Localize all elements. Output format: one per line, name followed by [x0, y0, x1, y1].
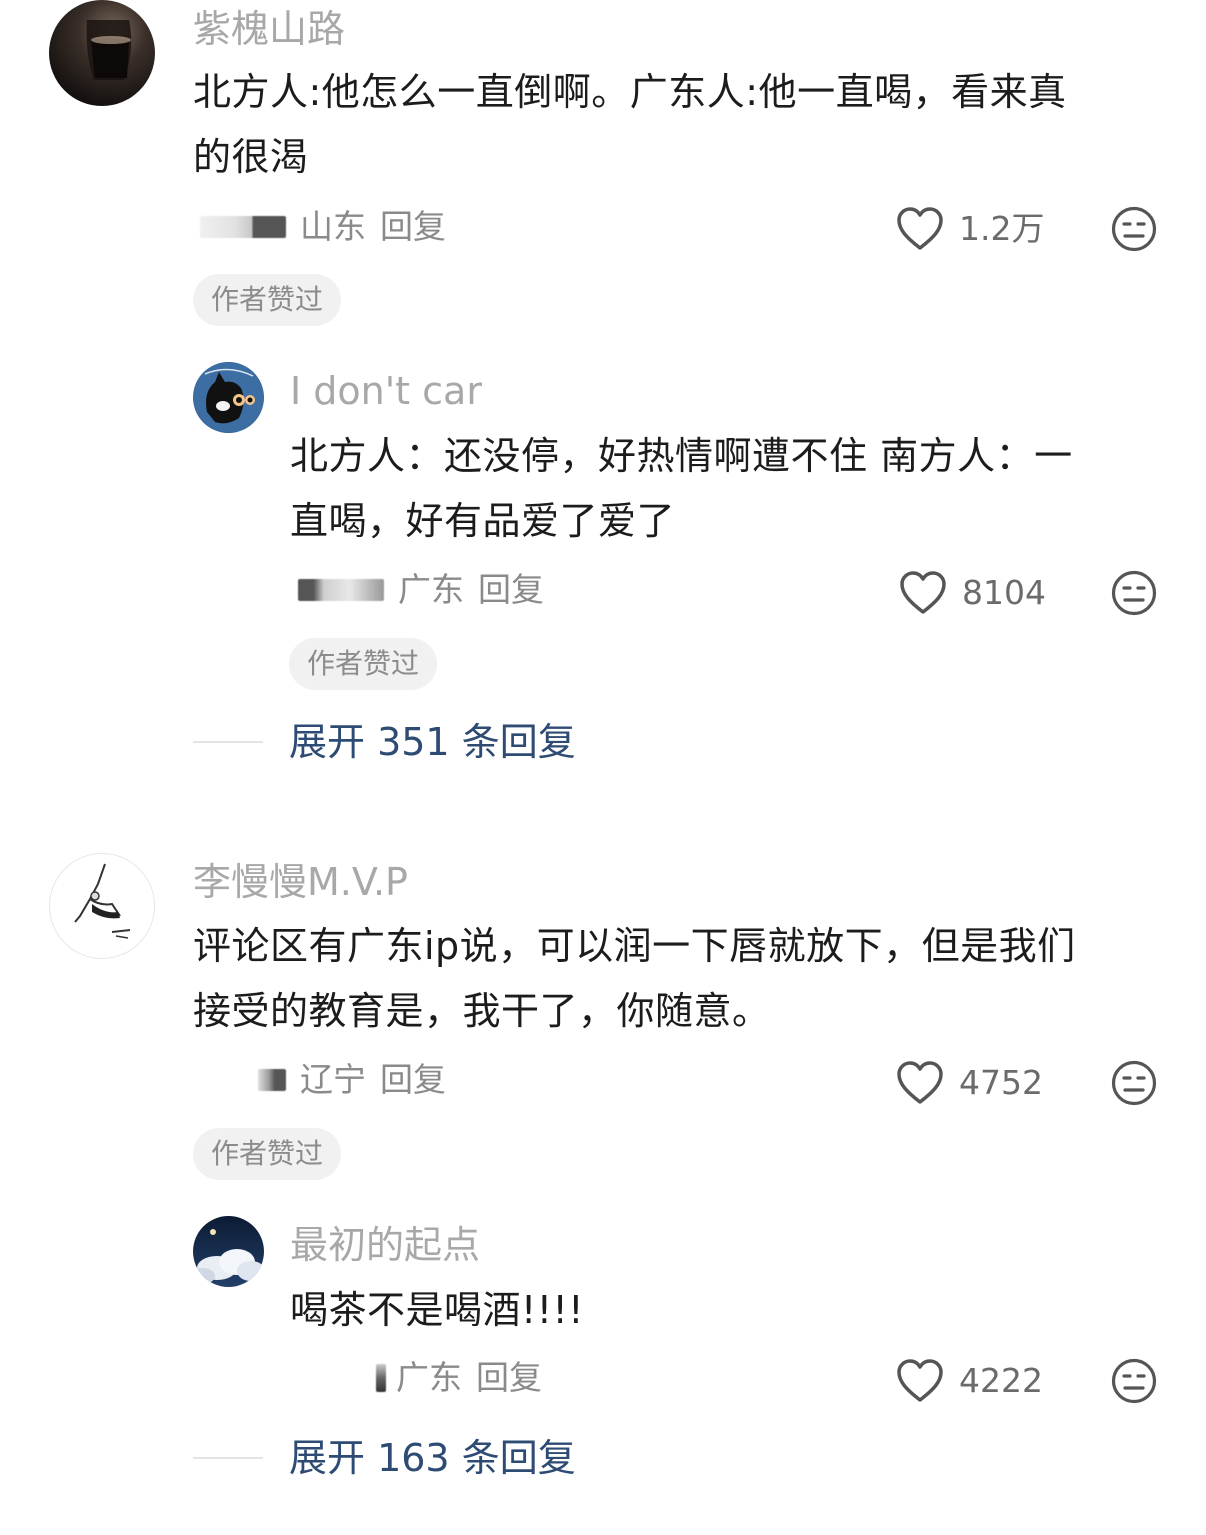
reply-text-line: 直喝，好有品爱了爱了 — [290, 499, 676, 543]
like-button[interactable]: 4752 — [895, 1060, 1043, 1106]
avatar[interactable] — [49, 853, 155, 959]
like-button[interactable]: 1.2万 — [895, 206, 1044, 252]
time-blurred — [200, 216, 286, 238]
reply-meta: 广东 回复 — [298, 568, 544, 612]
reply-text: 喝茶不是喝酒!!!! — [290, 1278, 1170, 1343]
time-blurred — [258, 1069, 286, 1091]
like-button[interactable]: 8104 — [898, 570, 1046, 616]
reply-button[interactable]: 回复 — [478, 568, 544, 612]
meh-face-icon[interactable] — [1111, 1060, 1157, 1106]
heart-outline-icon — [900, 571, 946, 614]
meh-face-icon[interactable] — [1111, 1358, 1157, 1404]
divider — [193, 1457, 263, 1459]
time-blurred — [376, 1364, 386, 1392]
expand-replies-button[interactable]: 展开 163 条回复 — [289, 1433, 576, 1483]
like-count: 8104 — [962, 573, 1046, 612]
reply-username[interactable]: I don't car — [290, 366, 482, 416]
avatar[interactable] — [193, 1216, 264, 1287]
comment-text-line: 接受的教育是，我干了，你随意。 — [193, 989, 771, 1033]
meh-face-icon[interactable] — [1111, 206, 1157, 252]
comment-username[interactable]: 紫槐山路 — [193, 4, 345, 54]
comment-text: 北方人:他怎么一直倒啊。广东人:他一直喝，看来真 的很渴 — [193, 60, 1173, 190]
ip-location: 广东 — [398, 570, 464, 609]
like-count: 4222 — [959, 1361, 1043, 1400]
heart-outline-icon — [897, 1359, 943, 1402]
meh-face-icon[interactable] — [1111, 570, 1157, 616]
divider — [193, 741, 263, 743]
reply-text: 北方人：还没停，好热情啊遭不住 南方人：一 直喝，好有品爱了爱了 — [290, 424, 1170, 554]
comment-meta: 辽宁 回复 — [258, 1058, 446, 1102]
reply-button[interactable]: 回复 — [380, 1058, 446, 1102]
ip-location: 山东 — [300, 207, 366, 246]
like-count: 1.2万 — [959, 209, 1045, 248]
time-blurred — [298, 579, 384, 601]
ip-location: 广东 — [396, 1358, 462, 1397]
like-count: 4752 — [959, 1063, 1043, 1102]
author-liked-badge: 作者赞过 — [193, 274, 342, 326]
avatar[interactable] — [193, 362, 264, 433]
comment-username[interactable]: 李慢慢M.V.P — [193, 857, 408, 907]
comment-text-line: 评论区有广东ip说，可以润一下唇就放下，但是我们 — [193, 924, 1076, 968]
author-liked-badge: 作者赞过 — [289, 638, 438, 690]
comment-text-line: 的很渴 — [193, 135, 309, 179]
comment-text-line: 北方人:他怎么一直倒啊。广东人:他一直喝，看来真 — [193, 70, 1067, 114]
reply-meta: 广东 回复 — [376, 1356, 542, 1400]
heart-outline-icon — [897, 1061, 943, 1104]
reply-text-line: 北方人：还没停，好热情啊遭不住 南方人：一 — [290, 434, 1073, 478]
like-button[interactable]: 4222 — [895, 1358, 1043, 1404]
heart-outline-icon — [897, 207, 943, 250]
comment-meta: 山东 回复 — [200, 205, 446, 249]
author-liked-badge: 作者赞过 — [193, 1128, 342, 1180]
expand-replies-button[interactable]: 展开 351 条回复 — [289, 717, 576, 767]
comment-text: 评论区有广东ip说，可以润一下唇就放下，但是我们 接受的教育是，我干了，你随意。 — [193, 914, 1183, 1044]
reply-button[interactable]: 回复 — [476, 1356, 542, 1400]
ip-location: 辽宁 — [300, 1060, 366, 1099]
avatar[interactable] — [49, 0, 155, 106]
reply-text-line: 喝茶不是喝酒!!!! — [290, 1288, 584, 1332]
reply-username[interactable]: 最初的起点 — [290, 1220, 480, 1270]
reply-button[interactable]: 回复 — [380, 205, 446, 249]
